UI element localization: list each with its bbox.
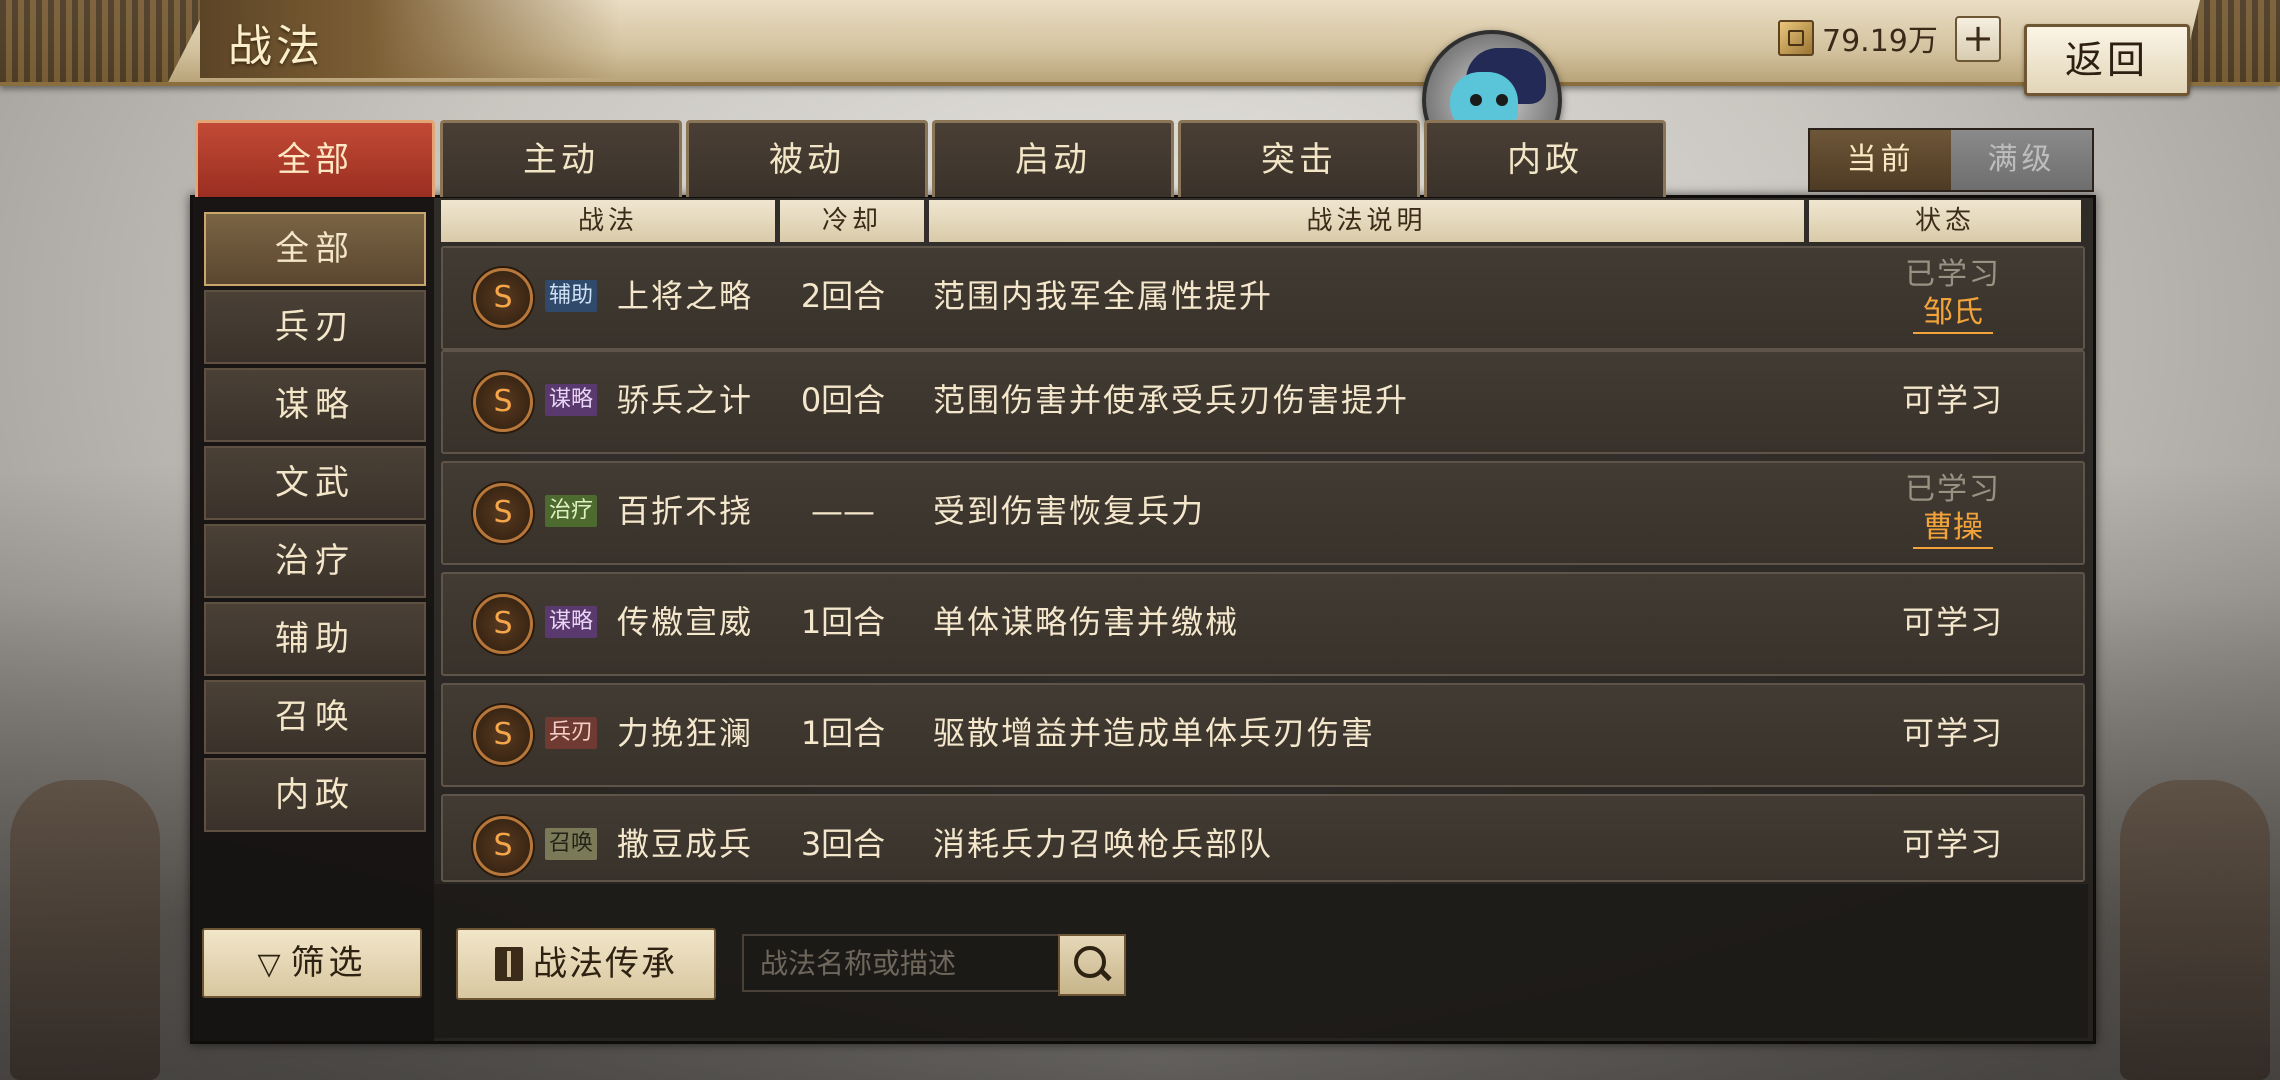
skill-name: 传檄宣威 [617, 603, 754, 641]
tab-internal-affairs[interactable]: 内政 [1424, 120, 1666, 197]
learned-by-general-link[interactable]: 曹操 [1913, 509, 1993, 549]
skill-description: 单体谋略伤害并缴械 [933, 603, 1240, 641]
skill-type-tag: 兵刃 [545, 717, 598, 749]
right-general-figure [2120, 780, 2270, 1080]
skill-type-tag: 治疗 [545, 495, 598, 527]
learned-by-general-link[interactable]: 邹氏 [1913, 294, 1993, 334]
skill-type-tag: 辅助 [545, 280, 598, 312]
ornament-left [0, 0, 210, 82]
grade-badge: S [473, 268, 533, 328]
left-general-figure [10, 780, 160, 1080]
skill-description: 范围内我军全属性提升 [933, 277, 1274, 315]
search-button[interactable] [1058, 934, 1126, 996]
skill-status: 已学习 [1905, 472, 2001, 507]
filter-button[interactable]: ▽ 筛选 [202, 928, 422, 998]
copper-coin-icon [1778, 20, 1814, 56]
book-icon [495, 947, 523, 981]
skill-inherit-label: 战法传承 [533, 944, 677, 984]
column-header-cooldown: 冷却 [780, 200, 924, 242]
grade-badge: S [473, 816, 533, 876]
sidebar-item-assist[interactable]: 辅助 [204, 602, 426, 676]
skill-cooldown: 2回合 [800, 277, 886, 315]
skill-description: 受到伤害恢复兵力 [933, 492, 1206, 530]
skill-name: 撒豆成兵 [617, 825, 754, 863]
max-level-toggle[interactable]: 满级 [1951, 130, 2092, 190]
skill-status: 可学习 [1901, 714, 2004, 752]
sidebar-item-heal[interactable]: 治疗 [204, 524, 426, 598]
avatar-eye [1496, 94, 1508, 106]
current-level-toggle[interactable]: 当前 [1810, 130, 1951, 190]
currency-display: 79.19万 [1778, 16, 1938, 60]
top-bar: 战法 [0, 0, 2280, 86]
skill-cooldown: 1回合 [800, 714, 886, 752]
skill-type-tag: 谋略 [545, 606, 598, 638]
back-button[interactable]: 返回 [2024, 24, 2190, 96]
sidebar-item-civil-military[interactable]: 文武 [204, 446, 426, 520]
column-header-description: 战法说明 [929, 200, 1804, 242]
skill-inherit-button[interactable]: 战法传承 [456, 928, 716, 1000]
grade-badge: S [473, 705, 533, 765]
table-row[interactable]: S 谋略 骄兵之计 0回合 范围伤害并使承受兵刃伤害提升 可学习 [441, 350, 2085, 454]
search-icon-handle [1098, 967, 1112, 982]
skill-description: 驱散增益并造成单体兵刃伤害 [933, 714, 1376, 752]
grade-badge: S [473, 372, 533, 432]
table-row[interactable]: S 谋略 传檄宣威 1回合 单体谋略伤害并缴械 可学习 [441, 572, 2085, 676]
filter-label: 筛选 [290, 943, 367, 983]
skill-cooldown: 3回合 [800, 825, 886, 863]
skill-type-tag: 召唤 [545, 828, 598, 860]
grade-badge: S [473, 594, 533, 654]
skill-status: 可学习 [1901, 825, 2004, 863]
column-header-skill: 战法 [441, 200, 775, 242]
grade-badge: S [473, 483, 533, 543]
tab-active[interactable]: 主动 [440, 120, 682, 197]
level-view-toggle: 当前 满级 [1808, 128, 2094, 192]
table-row[interactable]: S 治疗 百折不挠 —— 受到伤害恢复兵力 已学习 曹操 [441, 461, 2085, 565]
tab-assault[interactable]: 突击 [1178, 120, 1420, 197]
table-row[interactable]: S 兵刃 力挽狂澜 1回合 驱散增益并造成单体兵刃伤害 可学习 [441, 683, 2085, 787]
skill-cooldown: 1回合 [800, 603, 886, 641]
skill-cooldown: —— [811, 492, 875, 530]
skill-status: 可学习 [1901, 603, 2004, 641]
avatar-eye [1470, 94, 1482, 106]
sidebar-item-internal-affairs[interactable]: 内政 [204, 758, 426, 832]
skill-name: 上将之略 [617, 277, 754, 315]
search-input[interactable] [742, 934, 1060, 992]
tab-passive[interactable]: 被动 [686, 120, 928, 197]
funnel-icon: ▽ [257, 947, 285, 982]
table-row[interactable]: S 召唤 撒豆成兵 3回合 消耗兵力召唤枪兵部队 可学习 [441, 794, 2085, 882]
skill-name: 力挽狂澜 [617, 714, 754, 752]
skill-description: 消耗兵力召唤枪兵部队 [933, 825, 1274, 863]
sidebar-item-strategy[interactable]: 谋略 [204, 368, 426, 442]
table-row[interactable]: S 辅助 上将之略 2回合 范围内我军全属性提升 已学习 邹氏 [441, 246, 2085, 350]
ornament-right [2180, 0, 2280, 82]
sidebar-item-blade[interactable]: 兵刃 [204, 290, 426, 364]
tab-trigger[interactable]: 启动 [932, 120, 1174, 197]
skill-cooldown: 0回合 [800, 381, 886, 419]
skill-type-tag: 谋略 [545, 384, 598, 416]
skill-description: 范围伤害并使承受兵刃伤害提升 [933, 381, 1410, 419]
skill-status: 已学习 [1905, 257, 2001, 292]
currency-amount: 79.19万 [1822, 24, 1938, 59]
sidebar-item-summon[interactable]: 召唤 [204, 680, 426, 754]
add-currency-button[interactable]: + [1955, 16, 2001, 62]
page-title: 战法 [228, 21, 324, 72]
sidebar-item-all[interactable]: 全部 [204, 212, 426, 286]
column-header-status: 状态 [1809, 200, 2081, 242]
skill-name: 骄兵之计 [617, 381, 754, 419]
tab-all[interactable]: 全部 [195, 120, 435, 197]
skill-name: 百折不挠 [617, 492, 754, 530]
skill-status: 可学习 [1901, 381, 2004, 419]
